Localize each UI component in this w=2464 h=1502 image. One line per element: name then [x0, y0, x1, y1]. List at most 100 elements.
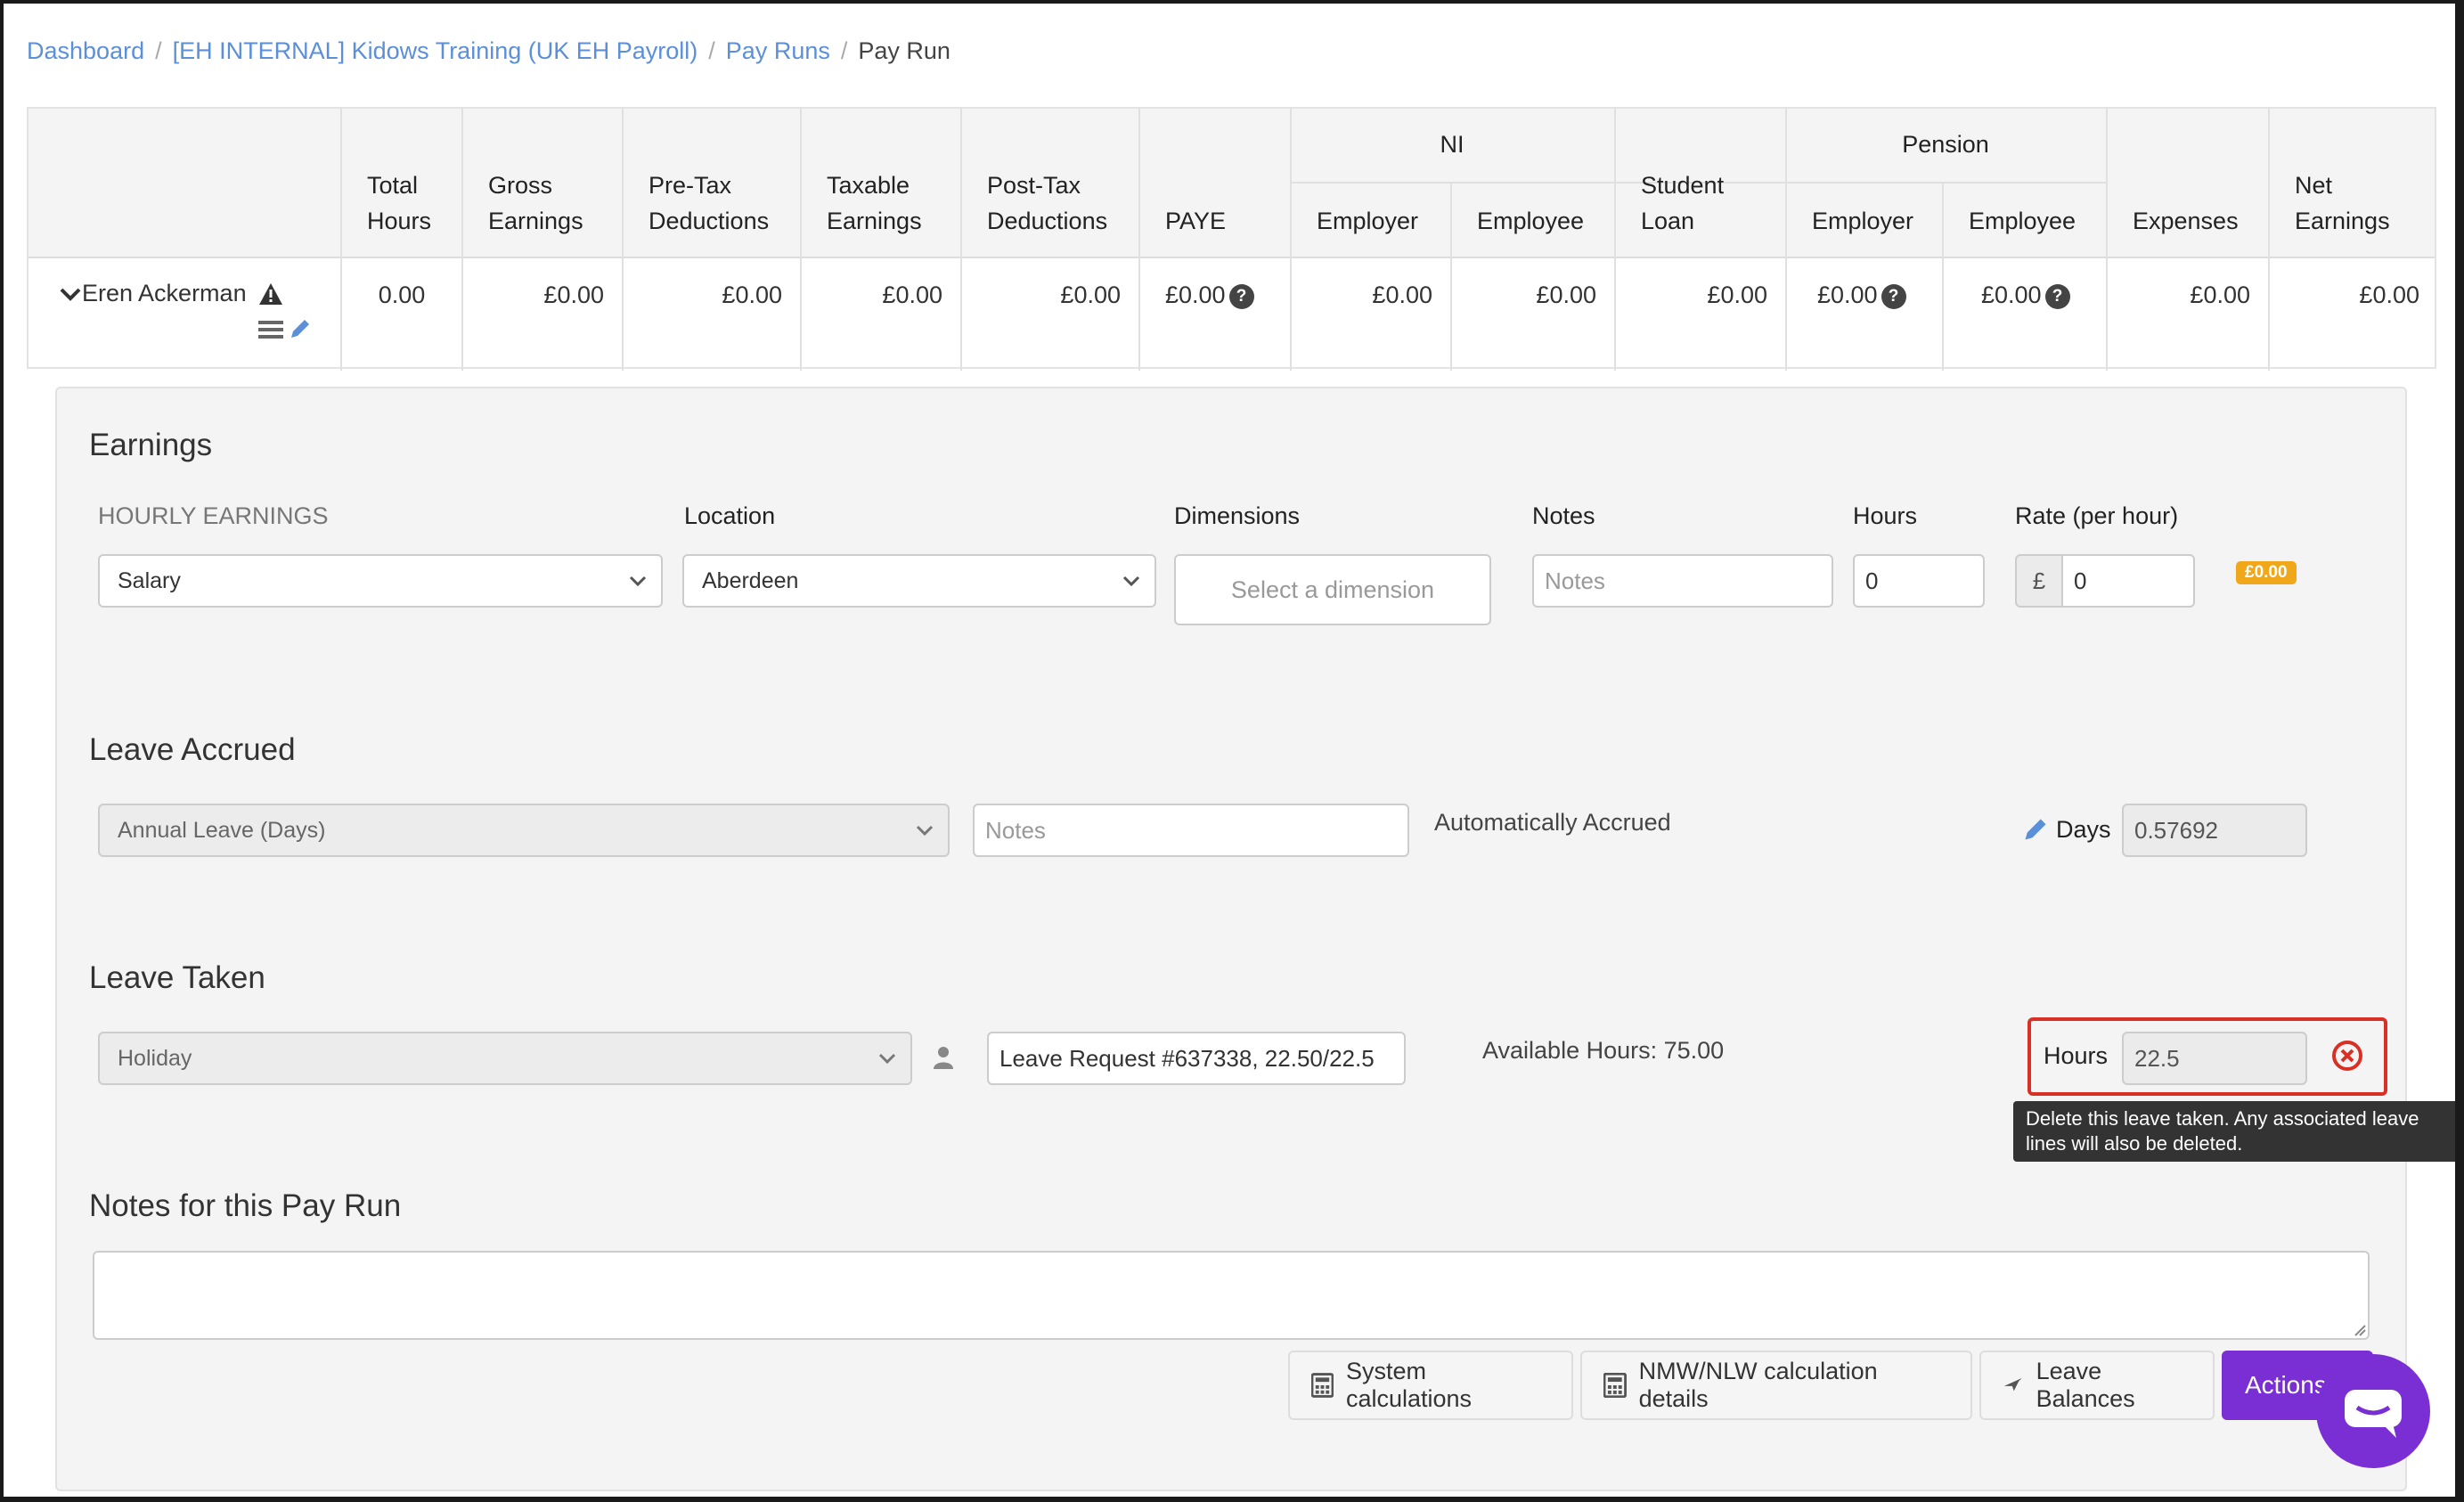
earnings-notes-input[interactable]: Notes [1532, 554, 1833, 608]
breadcrumb-current: Pay Run [858, 37, 951, 64]
cell-student-loan: £0.00 [1707, 282, 1767, 308]
column-divider [960, 109, 962, 371]
leave-taken-type-value: Holiday [118, 1046, 192, 1071]
header-pretax-deductions: Pre-Tax Deductions [649, 172, 770, 234]
nmw-calculation-button[interactable]: NMW/NLW calculation details [1580, 1351, 1972, 1420]
system-calculations-button[interactable]: System calculations [1288, 1351, 1573, 1420]
cell-expenses: £0.00 [2190, 282, 2250, 308]
chat-widget-button[interactable] [2316, 1354, 2430, 1468]
breadcrumb: Dashboard / [EH INTERNAL] Kidows Trainin… [27, 37, 951, 65]
paye-value: £0.00 [1165, 282, 1226, 308]
header-paye: PAYE [1165, 208, 1227, 234]
rate-label: Rate (per hour) [2015, 502, 2179, 529]
leave-taken-notes-input[interactable]: Leave Request #637338, 22.50/22.5 [987, 1032, 1406, 1085]
help-icon[interactable]: ? [1228, 283, 1254, 309]
column-divider [340, 109, 342, 371]
edit-pencil-icon[interactable] [2022, 816, 2049, 843]
rate-input[interactable]: 0 [2061, 554, 2195, 608]
pay-run-page: Dashboard / [EH INTERNAL] Kidows Trainin… [4, 4, 2455, 1497]
chevron-down-icon [60, 288, 81, 301]
column-divider [461, 109, 463, 371]
breadcrumb-separator: / [840, 37, 848, 64]
warning-icon[interactable] [257, 282, 284, 306]
currency-addon: £ [2015, 554, 2063, 608]
actions-label: Actions [2245, 1371, 2327, 1399]
system-calculations-label: System calculations [1345, 1358, 1473, 1412]
accrual-status: Automatically Accrued [1434, 809, 1671, 836]
calculator-icon [1311, 1373, 1334, 1398]
header-expenses: Expenses [2133, 208, 2239, 234]
location-select[interactable]: Aberdeen [682, 554, 1156, 608]
breadcrumb-separator: / [155, 37, 162, 64]
pension-employer-value: £0.00 [1817, 282, 1878, 308]
earnings-hours-input[interactable]: 0 [1853, 554, 1985, 608]
cell-total-hours: 0.00 [378, 282, 426, 308]
calculator-icon [1603, 1373, 1627, 1398]
chevron-down-icon [1122, 575, 1140, 587]
pension-group-divider [1785, 182, 2106, 184]
header-taxable-earnings: Taxable Earnings [827, 172, 922, 234]
column-divider [1138, 109, 1140, 371]
available-hours: Available Hours: 75.00 [1482, 1037, 1725, 1064]
column-divider [2106, 109, 2108, 371]
leave-accrued-type-value: Annual Leave (Days) [118, 818, 326, 843]
chevron-down-icon [878, 1053, 896, 1065]
pay-run-notes-textarea[interactable] [93, 1251, 2370, 1340]
breadcrumb-dashboard[interactable]: Dashboard [27, 37, 144, 65]
cell-paye: £0.00? [1165, 282, 1254, 309]
location-value: Aberdeen [702, 568, 799, 593]
column-divider [1942, 182, 1944, 371]
header-ni-employee: Employee [1477, 208, 1585, 234]
leave-taken-hours-label: Hours [2044, 1042, 2109, 1069]
nmw-calculation-label: NMW/NLW calculation details [1638, 1358, 1878, 1412]
breadcrumb-business[interactable]: [EH INTERNAL] Kidows Training (UK EH Pay… [173, 37, 698, 65]
cell-pension-employee: £0.00? [1981, 282, 2070, 309]
help-icon[interactable]: ? [1881, 283, 1906, 309]
cell-pension-employer: £0.00? [1817, 282, 1906, 309]
breadcrumb-pay-runs[interactable]: Pay Runs [726, 37, 830, 65]
leave-taken-type-select: Holiday [98, 1032, 912, 1085]
pay-run-notes-title: Notes for this Pay Run [89, 1188, 402, 1223]
breadcrumb-separator: / [708, 37, 715, 64]
column-divider [1614, 109, 1616, 371]
header-student-loan: Student Loan [1641, 172, 1725, 234]
leave-balances-label: Leave Balances [2036, 1358, 2135, 1412]
header-ni-employer: Employer [1317, 208, 1419, 234]
column-divider [1450, 182, 1452, 371]
column-divider [622, 109, 624, 371]
edit-pencil-icon[interactable] [289, 317, 312, 340]
delete-circle-icon[interactable] [2330, 1039, 2364, 1073]
leave-accrued-notes-input[interactable]: Notes [973, 804, 1409, 857]
plane-icon [2003, 1377, 2022, 1392]
hourly-earnings-label: HOURLY EARNINGS [98, 502, 329, 529]
cell-net-earnings: £0.00 [2359, 282, 2419, 308]
header-pension-employer: Employer [1812, 208, 1914, 234]
details-list-icon[interactable] [258, 319, 283, 340]
header-gross-earnings: Gross Earnings [488, 172, 583, 234]
earnings-title: Earnings [89, 428, 213, 462]
cell-posttax-deductions: £0.00 [1060, 282, 1121, 308]
cell-pretax-deductions: £0.00 [722, 282, 782, 308]
user-icon [934, 1047, 953, 1069]
chevron-down-icon [916, 825, 934, 837]
pension-group-header: Pension [1902, 131, 1989, 158]
notes-label: Notes [1532, 502, 1595, 529]
leave-taken-title: Leave Taken [89, 960, 265, 995]
dimension-select[interactable]: Select a dimension [1174, 554, 1491, 625]
employee-row-toggle[interactable]: Eren Ackerman [59, 280, 284, 307]
leave-balances-button[interactable]: Leave Balances [1979, 1351, 2215, 1420]
dimensions-label: Dimensions [1174, 502, 1301, 529]
earnings-type-select[interactable]: Salary [98, 554, 663, 608]
column-divider [800, 109, 802, 371]
cell-ni-employee: £0.00 [1536, 282, 1596, 308]
header-posttax-deductions: Post-Tax Deductions [987, 172, 1108, 234]
employee-detail-panel: Earnings HOURLY EARNINGS Location Dimens… [55, 387, 2455, 1491]
days-input: 0.57692 [2122, 804, 2307, 857]
delete-tooltip: Delete this leave taken. Any associated … [2013, 1101, 2455, 1162]
resize-handle-icon[interactable] [2352, 1322, 2366, 1336]
header-total-hours: Total Hours [367, 172, 432, 234]
column-divider [2268, 109, 2270, 371]
chat-icon [2345, 1390, 2402, 1438]
earnings-type-value: Salary [118, 568, 181, 593]
help-icon[interactable]: ? [2044, 283, 2070, 309]
